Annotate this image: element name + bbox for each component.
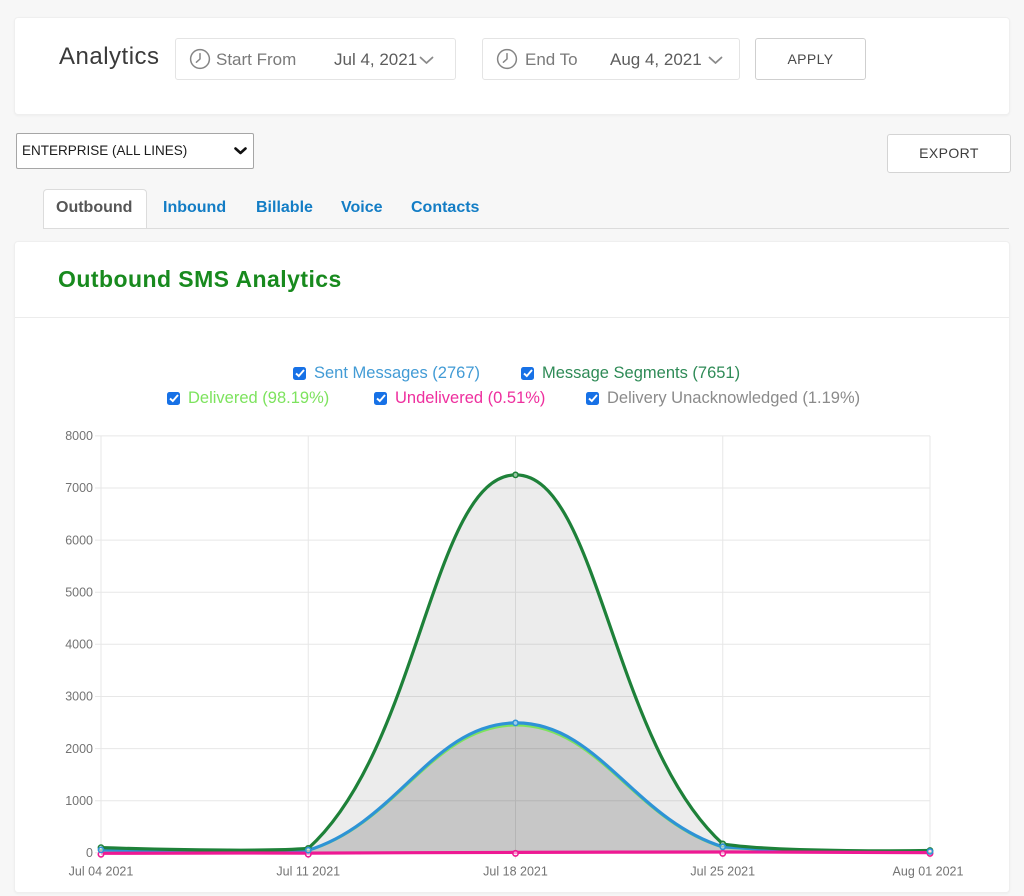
svg-text:6000: 6000 <box>65 533 93 547</box>
svg-text:2000: 2000 <box>65 742 93 756</box>
svg-text:Jul 18 2021: Jul 18 2021 <box>483 865 548 879</box>
svg-text:8000: 8000 <box>65 429 93 443</box>
svg-text:Jul 25 2021: Jul 25 2021 <box>690 865 755 879</box>
svg-text:4000: 4000 <box>65 638 93 652</box>
svg-text:1000: 1000 <box>65 794 93 808</box>
svg-text:Aug 01 2021: Aug 01 2021 <box>893 865 964 879</box>
svg-text:Jul 11 2021: Jul 11 2021 <box>276 865 340 879</box>
svg-text:3000: 3000 <box>65 690 93 704</box>
svg-text:Jul 04 2021: Jul 04 2021 <box>69 865 134 879</box>
svg-text:0: 0 <box>86 846 93 860</box>
svg-text:5000: 5000 <box>65 585 93 599</box>
svg-text:7000: 7000 <box>65 481 93 495</box>
